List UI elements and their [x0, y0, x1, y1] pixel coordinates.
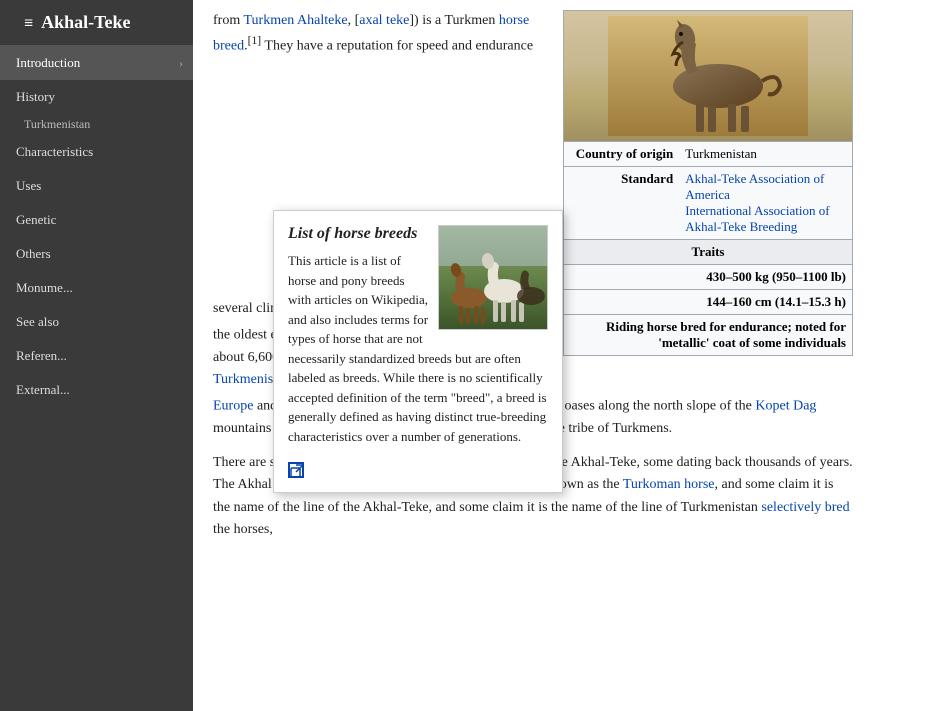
infobox-traits-header: Traits: [564, 240, 852, 265]
link-horse[interactable]: horse: [499, 13, 529, 28]
sidebar-item-label: Monume...: [16, 280, 73, 296]
link-axal-teke[interactable]: axal teke: [359, 13, 409, 28]
link-europe[interactable]: Europe: [213, 398, 253, 413]
sidebar-sub-label: Turkmenistan: [24, 117, 90, 131]
infobox-table: Country of origin Turkmenistan Standard …: [564, 141, 852, 355]
sidebar-item-characteristics[interactable]: Characteristics: [0, 135, 193, 169]
external-link-svg: [290, 464, 304, 478]
sidebar-item-introduction[interactable]: Introduction ›: [0, 46, 193, 80]
infobox-row-weight: 430–500 kg (950–1100 lb): [564, 265, 852, 290]
infobox-row-country: Country of origin Turkmenistan: [564, 142, 852, 167]
infobox: Country of origin Turkmenistan Standard …: [563, 10, 853, 356]
sidebar-item-see-also[interactable]: See also: [0, 305, 193, 339]
sidebar-item-genetic[interactable]: Genetic: [0, 203, 193, 237]
sidebar-item-references[interactable]: Referen...: [0, 339, 193, 373]
infobox-label-country: Country of origin: [564, 142, 679, 167]
infobox-description: Riding horse bred for endurance; noted f…: [564, 315, 852, 356]
sidebar-item-uses[interactable]: Uses: [0, 169, 193, 203]
sidebar-item-label: Introduction: [16, 55, 80, 71]
infobox-row-desc: Riding horse bred for endurance; noted f…: [564, 315, 852, 356]
link-breed[interactable]: breed: [213, 39, 244, 54]
sidebar-item-external[interactable]: External...: [0, 373, 193, 407]
link-turkoman-horse[interactable]: Turkoman horse: [623, 477, 715, 492]
sidebar-item-label: Genetic: [16, 212, 56, 228]
ref-1: [1]: [248, 34, 262, 47]
article: Country of origin Turkmenistan Standard …: [193, 0, 873, 574]
sidebar-item-monuments[interactable]: Monume...: [0, 271, 193, 305]
tooltip-popup: List of horse breeds This article is a l…: [273, 210, 563, 493]
hamburger-icon[interactable]: ≡: [24, 15, 33, 33]
sidebar-item-label: Others: [16, 246, 51, 262]
sidebar-item-label: Uses: [16, 178, 41, 194]
link-turkmen-ahalteke[interactable]: Turkmen Ahalteke: [243, 13, 347, 28]
infobox-row-height: 144–160 cm (14.1–15.3 h): [564, 290, 852, 315]
sidebar-item-label: Referen...: [16, 348, 67, 364]
infobox-row-standard: Standard Akhal-Teke Association of Ameri…: [564, 167, 852, 240]
sidebar-item-label: See also: [16, 314, 59, 330]
link-kopet-dag[interactable]: Kopet Dag: [755, 398, 816, 413]
main-content: Country of origin Turkmenistan Standard …: [193, 0, 930, 711]
standard-link-1[interactable]: Akhal-Teke Association of America: [685, 171, 824, 202]
tooltip-external-link[interactable]: [288, 462, 548, 482]
infobox-value-standard: Akhal-Teke Association of America Intern…: [679, 167, 852, 240]
sidebar-title[interactable]: ≡Akhal-Teke: [0, 0, 193, 46]
infobox-value-country: Turkmenistan: [679, 142, 852, 167]
infobox-row-traits-header: Traits: [564, 240, 852, 265]
sidebar: ≡Akhal-Teke Introduction › History Turkm…: [0, 0, 193, 711]
infobox-label-standard: Standard: [564, 167, 679, 240]
tooltip-image: [438, 225, 548, 330]
external-link-icon: [288, 462, 304, 478]
infobox-weight: 430–500 kg (950–1100 lb): [564, 265, 852, 290]
tooltip-horses-svg: [439, 226, 548, 330]
horse-silhouette: [608, 16, 808, 136]
sidebar-item-label: History: [16, 89, 55, 105]
infobox-image: [564, 11, 852, 141]
chevron-right-icon: ›: [179, 56, 183, 71]
sidebar-item-label: External...: [16, 382, 70, 398]
sidebar-item-label: Characteristics: [16, 144, 93, 160]
sidebar-item-others[interactable]: Others: [0, 237, 193, 271]
standard-link-2[interactable]: International Association of Akhal-Teke …: [685, 203, 829, 234]
sidebar-sub-turkmenistan[interactable]: Turkmenistan: [0, 114, 193, 135]
sidebar-item-history[interactable]: History: [0, 80, 193, 114]
infobox-height: 144–160 cm (14.1–15.3 h): [564, 290, 852, 315]
link-selectively-bred[interactable]: selectively bred: [761, 500, 849, 515]
